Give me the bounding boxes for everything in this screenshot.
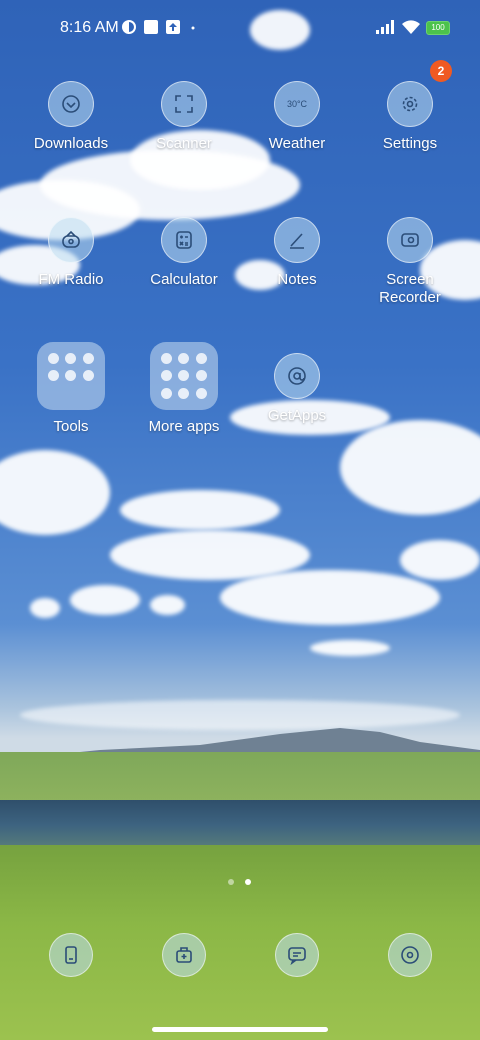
app-getapps[interactable]: GetApps xyxy=(242,353,352,425)
screen-recorder-icon xyxy=(387,217,433,263)
dnd-icon xyxy=(121,19,137,35)
stop-icon xyxy=(143,19,159,35)
dock-messages[interactable] xyxy=(242,933,352,977)
notification-badge: 2 xyxy=(430,60,452,82)
app-scanner[interactable]: Scanner xyxy=(129,81,239,153)
app-label: More apps xyxy=(148,418,220,435)
weather-icon: 30°C xyxy=(274,81,320,127)
app-label: FM Radio xyxy=(38,271,104,288)
download-icon xyxy=(48,81,94,127)
status-bar: 8:16 AM 100 xyxy=(0,0,480,56)
app-settings[interactable]: Settings xyxy=(355,81,465,153)
dock-phone[interactable] xyxy=(16,933,126,977)
weather-temp: 30°C xyxy=(286,99,308,109)
app-label: Tools xyxy=(53,418,89,435)
wifi-icon xyxy=(401,19,421,35)
dock-music[interactable] xyxy=(355,933,465,977)
phone-icon xyxy=(49,933,93,977)
app-label: Calculator xyxy=(150,271,218,288)
signal-icon xyxy=(375,19,397,35)
folder-tools[interactable]: Tools xyxy=(16,342,126,436)
toolbox-icon xyxy=(162,933,206,977)
app-label: Notes xyxy=(277,271,317,288)
messages-icon xyxy=(275,933,319,977)
calculator-icon xyxy=(161,217,207,263)
getapps-icon xyxy=(274,353,320,399)
app-label: Settings xyxy=(382,135,438,152)
battery-icon: 100 xyxy=(426,21,450,35)
app-label: Downloads xyxy=(33,135,109,152)
dock-toolbox[interactable] xyxy=(129,933,239,977)
app-screen-recorder[interactable]: Screen Recorder xyxy=(355,217,465,307)
app-label: Scanner xyxy=(156,135,212,152)
page-dot-active xyxy=(245,879,251,885)
page-dot xyxy=(228,879,234,885)
app-label: Screen Recorder xyxy=(379,271,441,306)
page-indicator[interactable] xyxy=(228,879,254,887)
app-fm-radio[interactable]: FM Radio xyxy=(16,217,126,289)
folder-icon xyxy=(150,342,218,410)
folder-icon xyxy=(37,342,105,410)
app-label: GetApps xyxy=(267,407,327,424)
app-label: Weather xyxy=(268,135,326,152)
scanner-icon xyxy=(161,81,207,127)
radio-icon xyxy=(48,217,94,263)
gesture-navigation-bar[interactable] xyxy=(152,1027,328,1032)
app-calculator[interactable]: Calculator xyxy=(129,217,239,289)
app-weather[interactable]: 30°C Weather xyxy=(242,81,352,153)
upload-icon xyxy=(165,19,181,35)
folder-more-apps[interactable]: More apps xyxy=(129,342,239,436)
app-downloads[interactable]: Downloads xyxy=(16,81,126,153)
clock: 8:16 AM xyxy=(60,19,119,36)
gear-icon xyxy=(387,81,433,127)
music-disc-icon xyxy=(388,933,432,977)
notes-icon xyxy=(274,217,320,263)
dot-icon xyxy=(190,19,196,35)
app-notes[interactable]: Notes xyxy=(242,217,352,289)
